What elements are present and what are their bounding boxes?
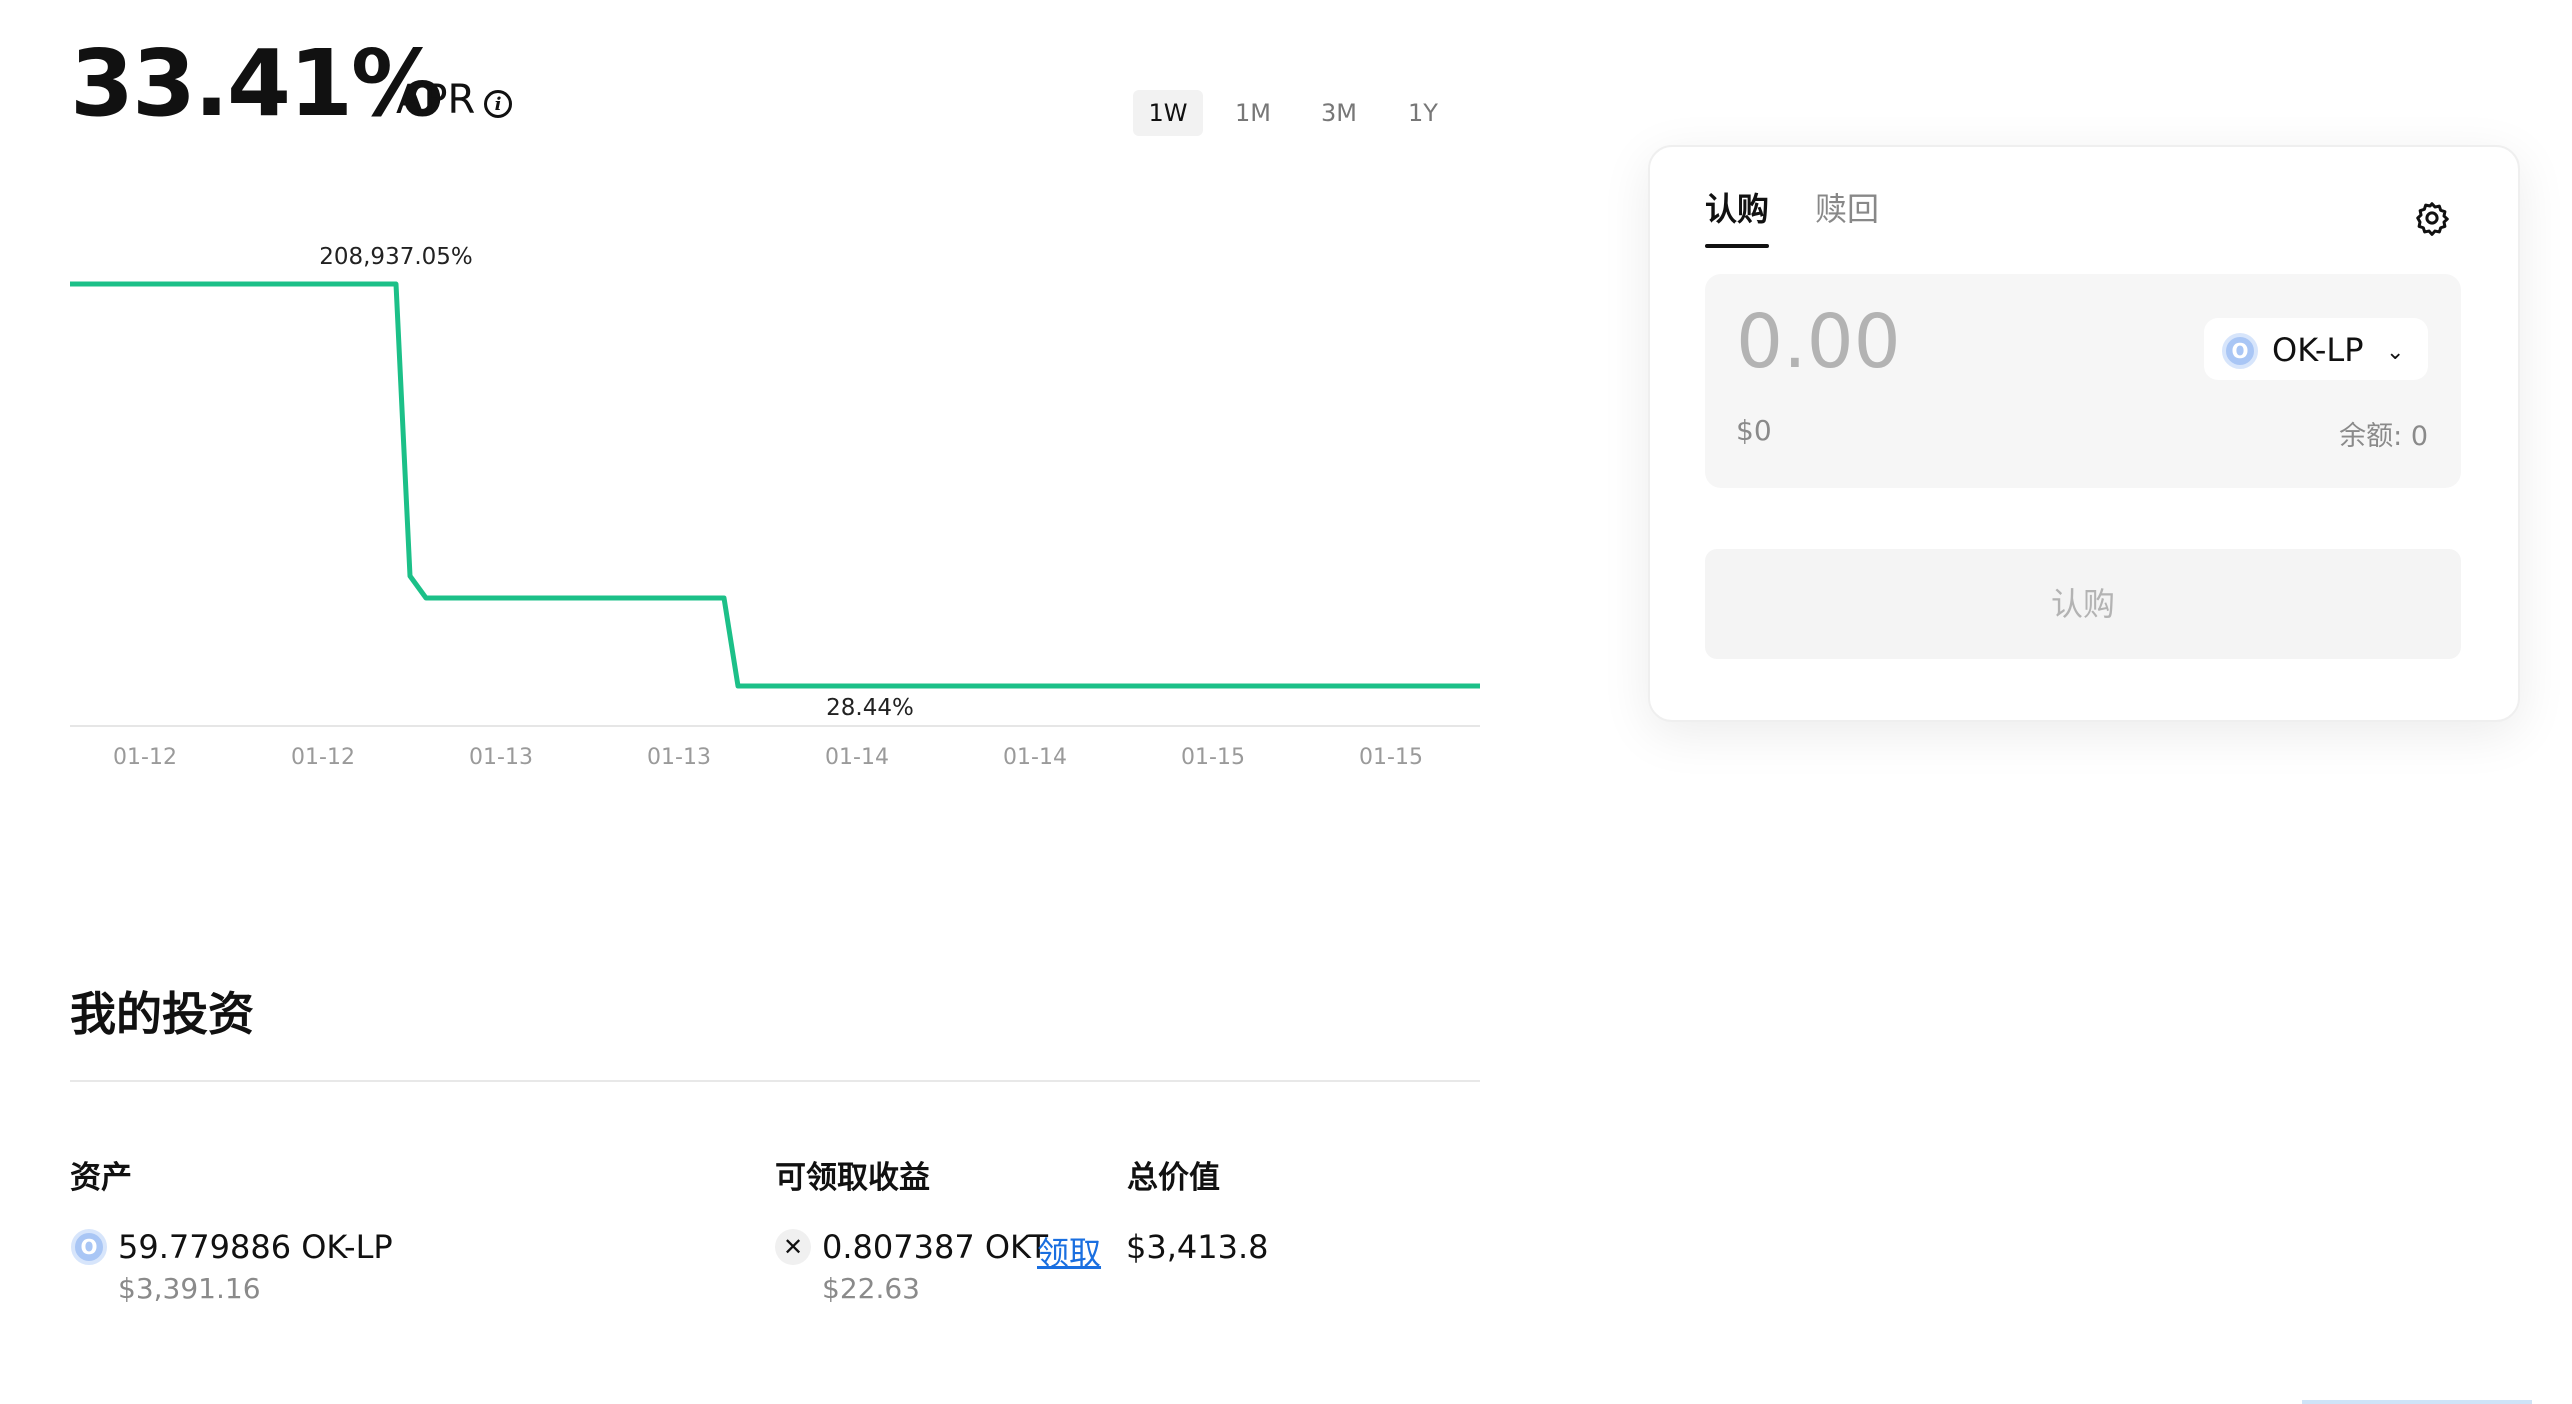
- okt-coin-icon: ✕: [775, 1229, 811, 1265]
- claimable-amount: 0.807387 OKT: [822, 1228, 1049, 1266]
- col-header-asset: 资产: [70, 1160, 132, 1196]
- min-data-label: 28.44%: [826, 695, 914, 721]
- asset-amount: 59.779886 OK-LP: [118, 1228, 393, 1266]
- tab-subscribe[interactable]: 认购: [1705, 184, 1769, 230]
- range-1y-button[interactable]: 1Y: [1388, 90, 1458, 136]
- max-data-label: 208,937.05%: [319, 244, 473, 270]
- apr-label: APR: [396, 77, 476, 123]
- total-value: $3,413.8: [1126, 1228, 1269, 1266]
- x-tick-label: 01-14: [825, 745, 889, 770]
- range-3m-button[interactable]: 3M: [1304, 90, 1374, 136]
- x-tick-label: 01-13: [469, 745, 533, 770]
- subscribe-button[interactable]: 认购: [1705, 549, 2461, 659]
- gear-icon[interactable]: [2414, 200, 2450, 236]
- bottom-edge-element: [2302, 1400, 2532, 1404]
- asset-usd: $3,391.16: [118, 1272, 261, 1305]
- section-divider: [70, 1080, 1480, 1082]
- apr-series-line: [70, 281, 1480, 689]
- x-tick-label: 01-12: [291, 745, 355, 770]
- apr-value: 33.41%: [70, 30, 443, 137]
- x-tick-label: 01-15: [1359, 745, 1423, 770]
- range-1w-button[interactable]: 1W: [1133, 90, 1203, 136]
- info-icon[interactable]: i: [484, 90, 512, 118]
- col-header-claimable: 可领取收益: [775, 1160, 930, 1196]
- ok-lp-coin-icon: O: [71, 1229, 107, 1265]
- claimable-usd: $22.63: [822, 1272, 920, 1305]
- active-tab-indicator: [1705, 244, 1769, 248]
- x-tick-label: 01-15: [1181, 745, 1245, 770]
- x-tick-label: 01-14: [1003, 745, 1067, 770]
- amount-usd: $0: [1736, 414, 1772, 447]
- tab-redeem[interactable]: 赎回: [1815, 184, 1879, 230]
- amount-input[interactable]: 0.00: [1736, 305, 1901, 379]
- chevron-down-icon[interactable]: ⌄: [2386, 340, 2404, 365]
- x-tick-label: 01-13: [647, 745, 711, 770]
- investment-title: 我的投资: [70, 987, 254, 1041]
- ok-lp-coin-icon: O: [2222, 333, 2258, 369]
- col-header-total: 总价值: [1127, 1160, 1220, 1196]
- balance-label: 余额: 0: [2339, 421, 2428, 452]
- x-tick-label: 01-12: [113, 745, 177, 770]
- range-1m-button[interactable]: 1M: [1218, 90, 1288, 136]
- apr-line-chart: 208,937.05% 28.44% 01-12 01-12 01-13 01-13 0…: [70, 244, 1480, 770]
- claim-link[interactable]: 领取: [1037, 1228, 1101, 1274]
- token-name[interactable]: OK-LP: [2272, 331, 2363, 369]
